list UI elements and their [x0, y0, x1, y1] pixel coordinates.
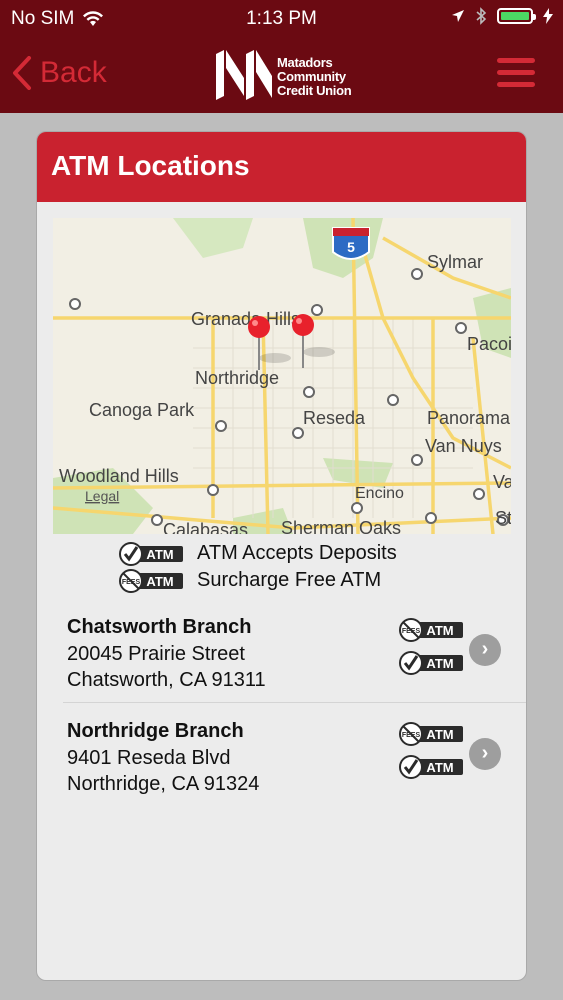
svg-text:Sherman Oaks: Sherman Oaks [281, 518, 401, 534]
back-label: Back [40, 56, 107, 89]
branch-name: Chatsworth Branch [67, 616, 252, 638]
card-header: ATM Locations [37, 132, 526, 202]
svg-text:Val: Val [493, 472, 511, 492]
divider [63, 702, 526, 703]
branch-row-northridge[interactable]: Northridge Branch 9401 Reseda Blvd North… [37, 706, 526, 806]
svg-text:ATM: ATM [426, 656, 453, 671]
svg-text:Canoga Park: Canoga Park [89, 400, 195, 420]
svg-text:ATM: ATM [146, 574, 173, 589]
branch-atm-badges: ATM FEES ATM [399, 618, 467, 684]
svg-text:Calabasas: Calabasas [163, 520, 248, 534]
svg-text:ATM: ATM [426, 760, 453, 775]
branch-address: 9401 Reseda Blvd [67, 747, 231, 769]
branch-city: Chatsworth, CA 91311 [67, 669, 266, 691]
back-button[interactable]: Back [12, 56, 107, 90]
atm-deposit-icon: ATM [399, 755, 463, 779]
branch-row-chatsworth[interactable]: Chatsworth Branch 20045 Prairie Street C… [37, 602, 526, 702]
svg-text:Encino: Encino [355, 485, 404, 502]
chevron-right-icon[interactable]: › [469, 634, 501, 666]
status-bar: No SIM 1:13 PM [0, 0, 563, 38]
atm-legend: ATM ATM Accepts Deposits ATM FEES Surcha… [119, 540, 459, 594]
map-canvas: 5 Sylmar Granada Hills Pacoi Northridge … [53, 218, 511, 534]
svg-text:ATM: ATM [146, 547, 173, 562]
atm-map[interactable]: 5 Sylmar Granada Hills Pacoi Northridge … [53, 218, 511, 534]
svg-text:Van Nuys: Van Nuys [425, 436, 502, 456]
logo-mark-icon [216, 50, 272, 100]
svg-text:Granada Hills: Granada Hills [191, 309, 300, 329]
svg-text:Woodland Hills: Woodland Hills [59, 466, 179, 486]
credit-union-logo: Matadors Community Credit Union [214, 48, 354, 104]
hamburger-icon [497, 58, 535, 63]
logo-text: Matadors Community Credit Union [277, 55, 352, 98]
charging-bolt-icon [543, 8, 553, 24]
surcharge-free-icon: ATM FEES [399, 722, 463, 746]
atm-deposit-icon: ATM [119, 541, 183, 566]
svg-text:ATM: ATM [426, 727, 453, 742]
branch-atm-badges: ATM FEES ATM [399, 722, 467, 788]
interstate-shield-icon: 5 [332, 227, 370, 260]
legend-surcharge-label: Surcharge Free ATM [197, 569, 382, 591]
svg-text:Northridge: Northridge [195, 368, 279, 388]
branch-city: Northridge, CA 91324 [67, 773, 260, 795]
surcharge-free-icon: ATM FEES [119, 568, 183, 593]
chevron-left-icon [13, 56, 31, 90]
atm-deposit-icon: ATM [399, 651, 463, 675]
branch-address: 20045 Prairie Street [67, 643, 245, 665]
svg-text:St: St [495, 508, 511, 528]
navigation-header: No SIM 1:13 PM Back Matadors Community C… [0, 0, 563, 113]
location-arrow-icon [452, 10, 464, 22]
map-legal-link: Legal [85, 488, 119, 504]
legend-surcharge: ATM FEES Surcharge Free ATM [119, 567, 459, 594]
svg-text:Pacoima: Pacoima [467, 334, 511, 354]
svg-text:Sylmar: Sylmar [427, 252, 483, 272]
chevron-right-icon[interactable]: › [469, 738, 501, 770]
bluetooth-icon [476, 7, 487, 25]
branch-name: Northridge Branch [67, 720, 244, 742]
menu-button[interactable] [497, 58, 535, 88]
svg-text:Panorama: Panorama [427, 408, 511, 428]
legend-deposits-label: ATM Accepts Deposits [197, 542, 397, 564]
svg-text:Reseda: Reseda [303, 408, 366, 428]
battery-icon [497, 8, 536, 24]
atm-locations-card: ATM Locations 5 Sylmar Granada Hills Pac… [36, 131, 527, 981]
page-title: ATM Locations [51, 150, 250, 181]
legend-deposits: ATM ATM Accepts Deposits [119, 540, 459, 567]
svg-text:ATM: ATM [426, 623, 453, 638]
svg-text:5: 5 [347, 239, 355, 255]
surcharge-free-icon: ATM FEES [399, 618, 463, 642]
